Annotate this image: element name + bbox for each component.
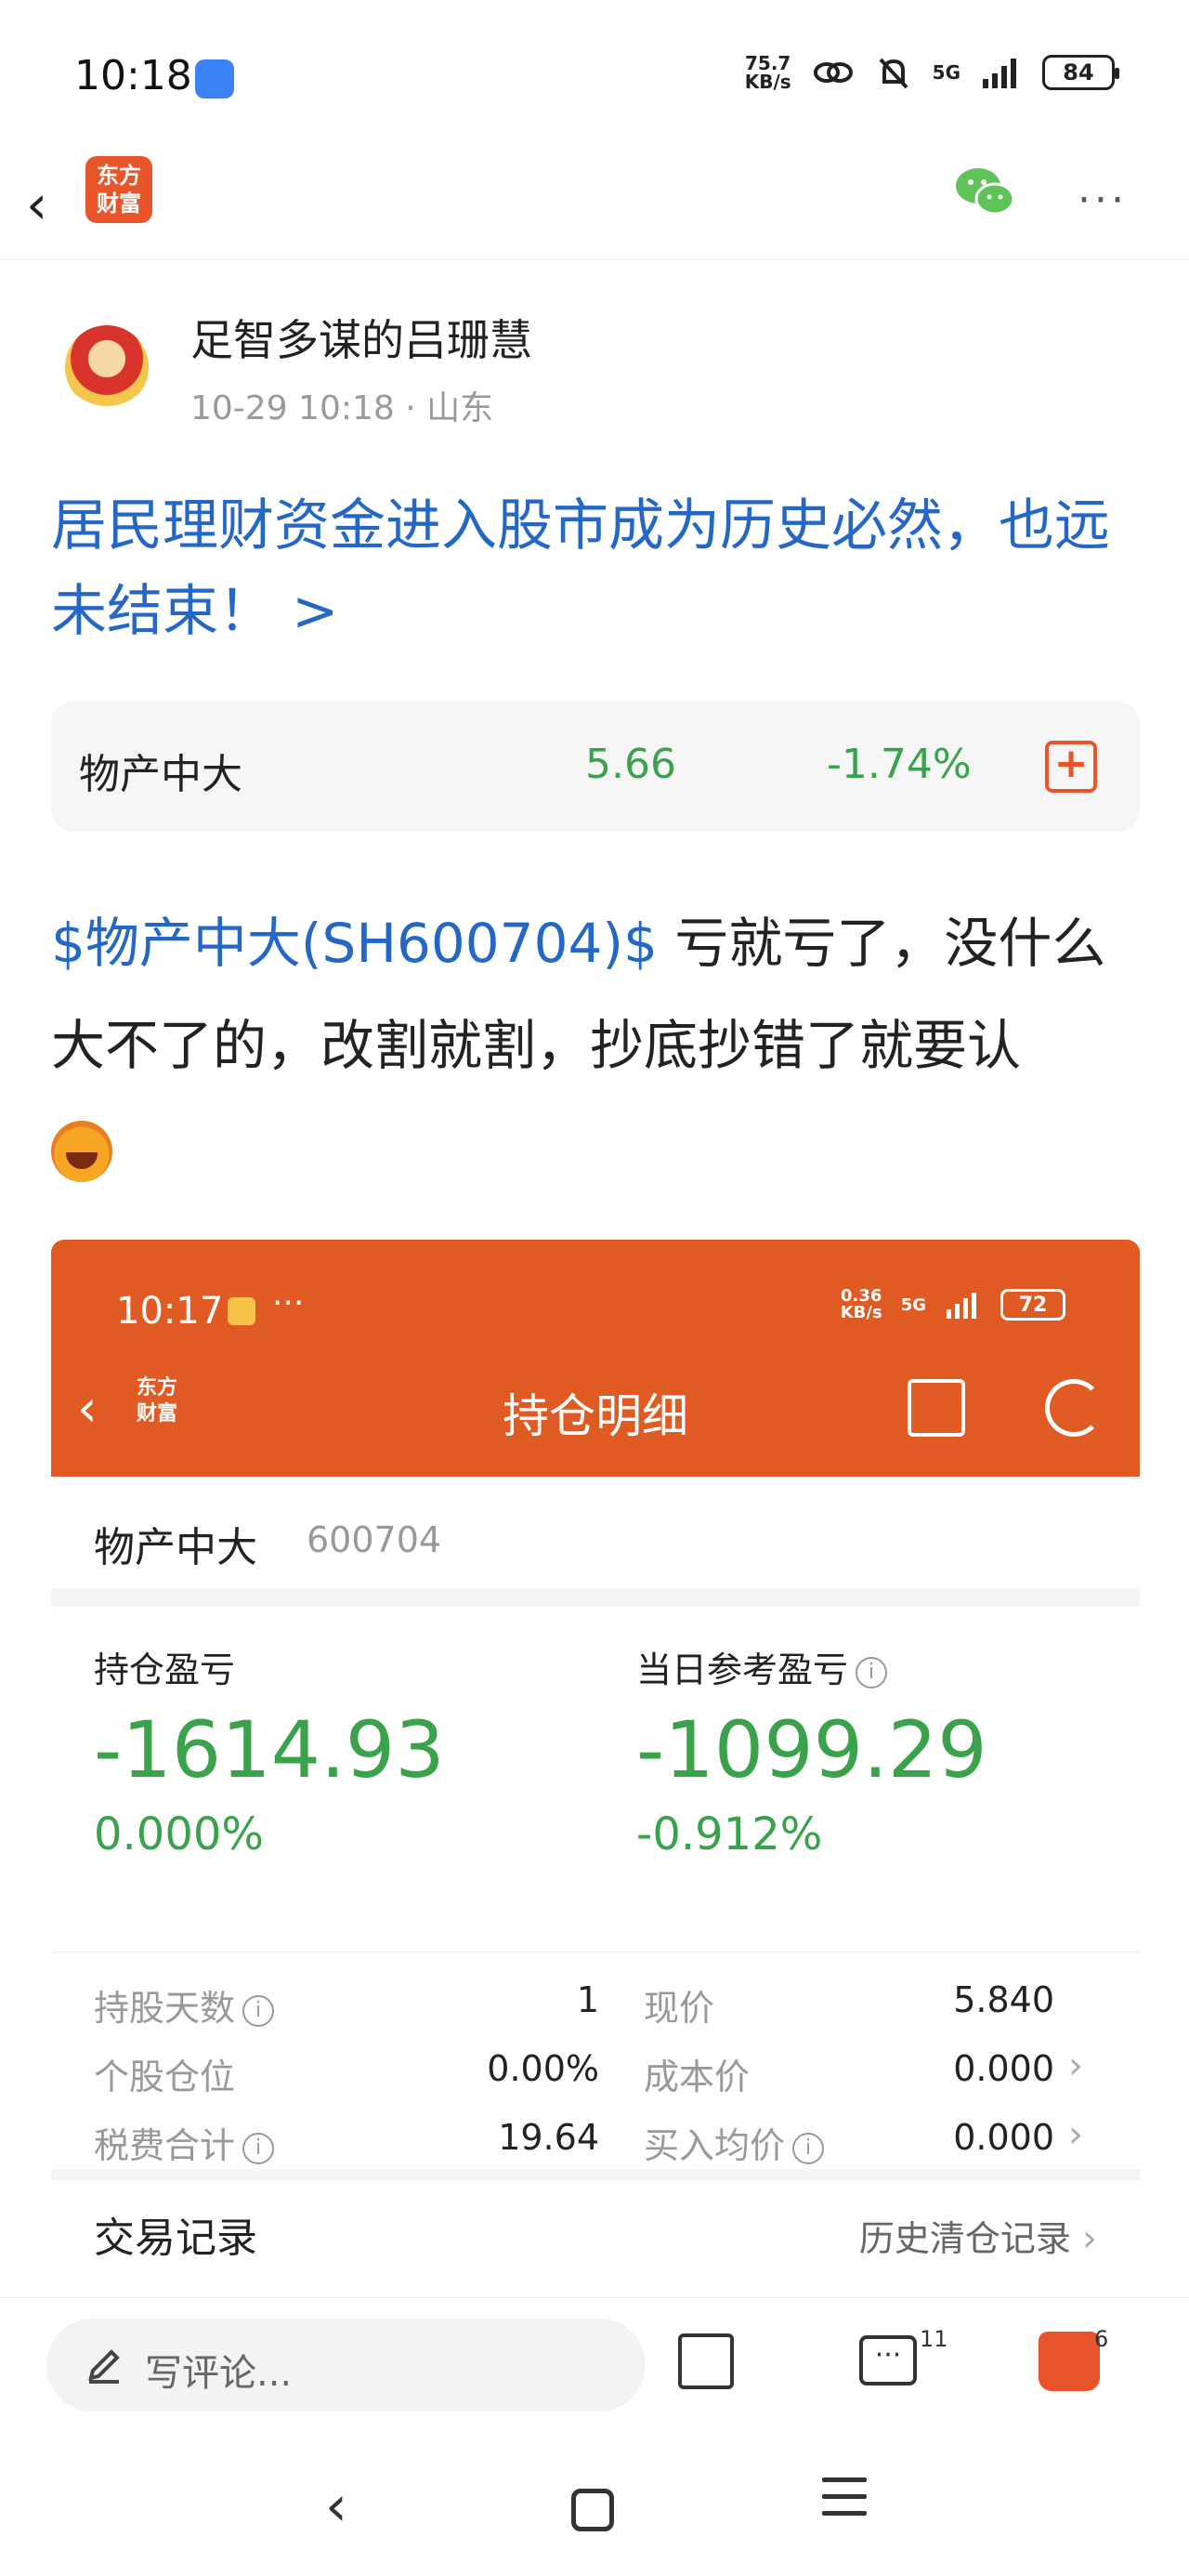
- network-type: 5G: [932, 61, 960, 84]
- laughing-emoji-icon: [51, 1120, 112, 1182]
- system-menu-icon[interactable]: [822, 2477, 867, 2520]
- embedded-more-dots: ···: [272, 1284, 305, 1322]
- holding-pl-value: -1614.93: [94, 1704, 445, 1795]
- avatar[interactable]: [65, 325, 149, 409]
- add-watchlist-button[interactable]: +: [1045, 741, 1097, 793]
- stock-change: -1.74%: [827, 741, 972, 788]
- eastmoney-logo: 东方 财富: [85, 156, 152, 223]
- post-meta: 10-29 10:18 · 山东: [190, 389, 494, 427]
- comment-placeholder: 写评论...: [145, 2352, 293, 2395]
- share-icon[interactable]: [678, 2333, 734, 2389]
- embedded-stock-row: 物产中大 600704: [51, 1477, 1140, 1607]
- embedded-title: 持仓明细: [503, 1389, 688, 1443]
- trade-records-bar: 交易记录 历史清仓记录 ›: [51, 2169, 1140, 2299]
- system-nav-bar: ‹: [0, 2437, 1189, 2576]
- embedded-header: 10:17 ··· 0.36 KB/s 5G 72 ‹ 东方 财富 持仓明细: [51, 1240, 1140, 1477]
- link-app-icon: [195, 59, 234, 99]
- embedded-battery-icon: 72: [1000, 1289, 1065, 1321]
- kv-value: 0.00%: [487, 2048, 599, 2089]
- daily-pl-value: -1099.29: [636, 1704, 987, 1795]
- top-nav-bar: ‹ 东方 财富 ···: [0, 149, 1189, 260]
- comment-icon[interactable]: ···: [859, 2335, 917, 2385]
- kv-label: 个股仓位: [94, 2057, 236, 2097]
- link-icon: [813, 62, 853, 83]
- comment-input[interactable]: 写评论...: [46, 2319, 646, 2412]
- like-count: 6: [1094, 2326, 1109, 2352]
- info-icon: i: [242, 1994, 275, 2027]
- kv-value: 1: [576, 1979, 599, 2020]
- daily-pl-label-wrap: 当日参考盈亏 i: [636, 1641, 888, 1692]
- notification-icon: [228, 1297, 255, 1325]
- status-icons: 75.7 KB/s 5G 84: [744, 52, 1119, 93]
- system-home-icon[interactable]: [571, 2489, 614, 2531]
- stock-name: 物产中大: [79, 751, 242, 798]
- info-icon: i: [242, 2132, 275, 2164]
- comment-count: 11: [920, 2326, 948, 2352]
- embedded-network: 5G: [900, 1295, 926, 1315]
- like-icon[interactable]: [1039, 2332, 1100, 2391]
- signal-icon: [983, 59, 1016, 88]
- back-arrow-icon[interactable]: ‹: [26, 177, 82, 234]
- kv-label: 税费合计 i: [94, 2117, 275, 2168]
- embedded-net-speed: 0.36 KB/s: [840, 1286, 882, 1322]
- kv-label: 现价: [644, 1988, 715, 2029]
- kv-value: 19.64: [498, 2117, 599, 2158]
- stock-quote-card[interactable]: 物产中大 5.66 -1.74% +: [51, 702, 1140, 832]
- kv-value: 0.000: [953, 2048, 1054, 2089]
- embedded-signal-icon: [947, 1293, 976, 1319]
- chevron-right-icon: ›: [1068, 2044, 1083, 2087]
- daily-pl-pct: -0.912%: [636, 1808, 823, 1860]
- kv-value: 0.000: [953, 2117, 1054, 2158]
- embedded-status-time: 10:17: [116, 1290, 224, 1333]
- chevron-right-icon: ›: [1082, 2217, 1097, 2260]
- trade-records-title: 交易记录: [94, 2215, 257, 2262]
- kv-label: 持股天数 i: [94, 1979, 275, 2031]
- more-options-icon[interactable]: ···: [1078, 177, 1128, 224]
- embedded-refresh-icon: [1045, 1379, 1103, 1437]
- holding-pl-pct: 0.000%: [94, 1808, 265, 1860]
- battery-icon: 84: [1042, 55, 1119, 90]
- post-title-link[interactable]: 居民理财资金进入股市成为历史必然，也远未结束！ >: [51, 483, 1147, 654]
- mute-bell-icon: [879, 58, 908, 89]
- embedded-share-icon: [908, 1379, 965, 1437]
- bottom-action-bar: 写评论... ··· 11 6: [0, 2297, 1189, 2437]
- history-link: 历史清仓记录 ›: [858, 2217, 1097, 2260]
- author-header: 足智多谋的吕珊慧 10-29 10:18 · 山东: [56, 297, 1133, 437]
- kv-label: 成本价: [644, 2057, 751, 2097]
- kv-label-wrap: 买入均价 i: [644, 2117, 825, 2168]
- pencil-icon: [88, 2349, 120, 2384]
- wechat-icon[interactable]: [952, 164, 1019, 219]
- embedded-stock-code: 600704: [307, 1519, 442, 1560]
- status-time: 10:18: [74, 52, 192, 99]
- chevron-right-icon: ›: [1068, 2113, 1083, 2156]
- system-back-icon[interactable]: ‹: [325, 2474, 347, 2539]
- author-name[interactable]: 足智多谋的吕珊慧: [190, 307, 532, 368]
- stock-price: 5.66: [585, 741, 676, 788]
- holding-pl-label: 持仓盈亏: [94, 1649, 236, 1690]
- embedded-screenshot[interactable]: 10:17 ··· 0.36 KB/s 5G 72 ‹ 东方 财富 持仓明细 物…: [51, 1240, 1140, 2299]
- status-bar: 10:18 75.7 KB/s 5G 84: [0, 0, 1189, 153]
- net-speed: 75.7 KB/s: [744, 52, 791, 93]
- kv-value: 5.840: [953, 1979, 1054, 2020]
- stock-tag-link[interactable]: $物产中大(SH600704)$: [51, 912, 658, 975]
- post-body: $物产中大(SH600704)$ 亏就亏了，没什么大不了的，改割就割，抄底抄错了…: [51, 892, 1147, 1199]
- info-icon: i: [856, 1656, 888, 1689]
- embedded-status-icons: 0.36 KB/s 5G 72: [841, 1288, 1065, 1321]
- info-icon: i: [792, 2132, 825, 2164]
- daily-pl-label: 当日参考盈亏: [636, 1649, 849, 1690]
- embedded-stock-name: 物产中大: [94, 1524, 257, 1571]
